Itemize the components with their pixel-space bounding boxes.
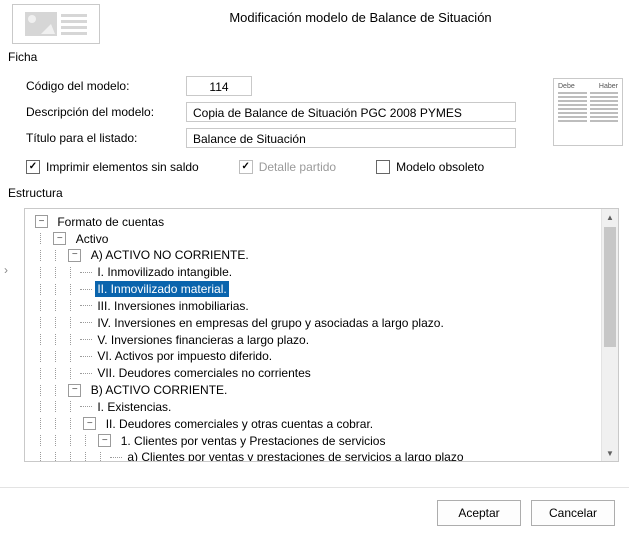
tree-node-a6[interactable]: VI. Activos por impuesto diferido. xyxy=(29,348,601,365)
tree-node-a1[interactable]: I. Inmovilizado intangible. xyxy=(29,263,601,280)
preview-col-left: Debe xyxy=(558,83,575,90)
cancel-button[interactable]: Cancelar xyxy=(531,500,615,526)
collapse-icon[interactable]: − xyxy=(98,434,111,447)
tree-node-a4[interactable]: IV. Inversiones en empresas del grupo y … xyxy=(29,314,601,331)
collapse-icon[interactable]: − xyxy=(35,215,48,228)
tree-scrollbar[interactable]: ▲ ▼ xyxy=(601,209,618,461)
tree-node-b2[interactable]: − II. Deudores comerciales y otras cuent… xyxy=(29,415,601,432)
tree-node-b2-1a[interactable]: a) Clientes por ventas y prestaciones de… xyxy=(29,449,601,461)
scroll-up-icon[interactable]: ▲ xyxy=(602,209,618,225)
tree-node-a2[interactable]: II. Inmovilizado material. xyxy=(29,280,601,297)
tree-node-root[interactable]: − Formato de cuentas xyxy=(29,213,601,230)
accept-button[interactable]: Aceptar xyxy=(437,500,521,526)
tree-node-a7[interactable]: VII. Deudores comerciales no corrientes xyxy=(29,364,601,381)
tree-node-b[interactable]: − B) ACTIVO CORRIENTE. xyxy=(29,381,601,398)
section-estructura: Estructura xyxy=(0,176,629,206)
imprimir-checkbox[interactable]: Imprimir elementos sin saldo xyxy=(26,160,199,174)
section-ficha: Ficha xyxy=(0,44,629,70)
checkbox-icon xyxy=(376,160,390,174)
codigo-field[interactable]: 114 xyxy=(186,76,252,96)
scroll-down-icon[interactable]: ▼ xyxy=(602,445,618,461)
collapse-icon[interactable]: − xyxy=(68,249,81,262)
tree-node-activo[interactable]: − Activo xyxy=(29,230,601,247)
expand-handle-icon[interactable]: › xyxy=(0,250,12,290)
descripcion-field[interactable]: Copia de Balance de Situación PGC 2008 P… xyxy=(186,102,516,122)
titulo-label: Título para el listado: xyxy=(12,131,186,145)
imprimir-label: Imprimir elementos sin saldo xyxy=(46,160,199,174)
tree-node-b1[interactable]: I. Existencias. xyxy=(29,398,601,415)
detalle-checkbox: Detalle partido xyxy=(239,160,336,174)
descripcion-label: Descripción del modelo: xyxy=(12,105,186,119)
codigo-label: Código del modelo: xyxy=(12,79,186,93)
tree-view[interactable]: − Formato de cuentas − Activo − A) ACTIV… xyxy=(25,209,601,461)
header-icon xyxy=(12,4,100,44)
collapse-icon[interactable]: − xyxy=(83,417,96,430)
detalle-label: Detalle partido xyxy=(259,160,336,174)
tree-container: − Formato de cuentas − Activo − A) ACTIV… xyxy=(24,208,619,462)
obsoleto-checkbox[interactable]: Modelo obsoleto xyxy=(376,160,484,174)
collapse-icon[interactable]: − xyxy=(53,232,66,245)
tree-node-b2-1[interactable]: − 1. Clientes por ventas y Prestaciones … xyxy=(29,432,601,449)
preview-col-right: Haber xyxy=(599,83,618,90)
titulo-field[interactable]: Balance de Situación xyxy=(186,128,516,148)
tree-node-a5[interactable]: V. Inversiones financieras a largo plazo… xyxy=(29,331,601,348)
window-title: Modificación modelo de Balance de Situac… xyxy=(100,4,621,25)
checkbox-icon xyxy=(26,160,40,174)
collapse-icon[interactable]: − xyxy=(68,384,81,397)
tree-node-a[interactable]: − A) ACTIVO NO CORRIENTE. xyxy=(29,247,601,264)
obsoleto-label: Modelo obsoleto xyxy=(396,160,484,174)
tree-node-a3[interactable]: III. Inversiones inmobiliarias. xyxy=(29,297,601,314)
preview-thumbnail: Debe Haber xyxy=(553,78,623,146)
scroll-thumb[interactable] xyxy=(604,227,616,347)
checkbox-icon xyxy=(239,160,253,174)
